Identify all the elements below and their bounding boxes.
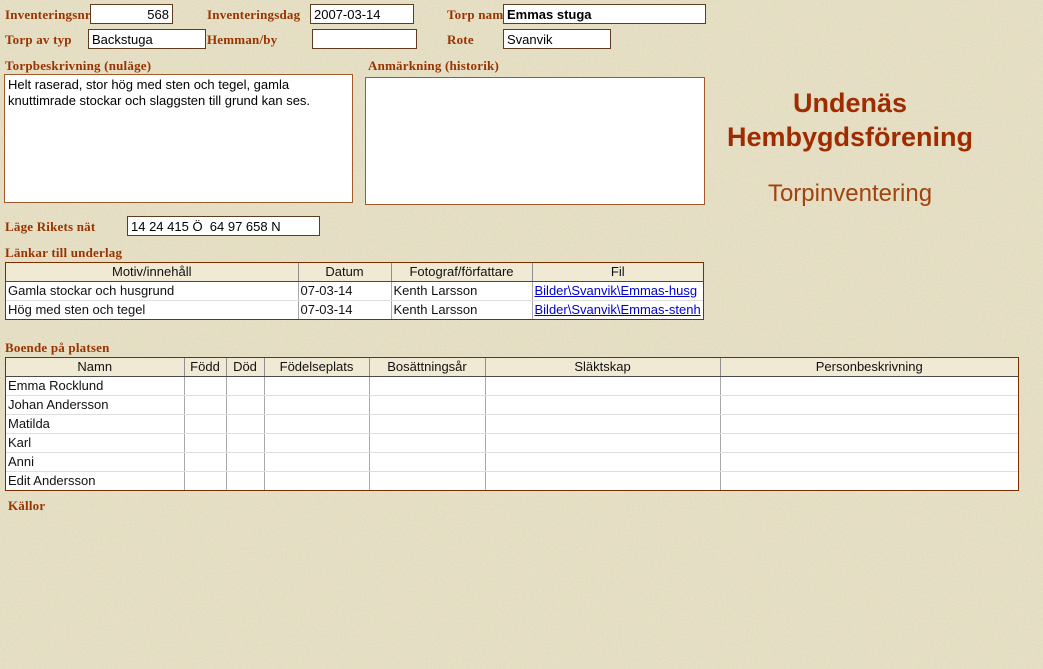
namn-cell[interactable]: Karl: [6, 434, 184, 453]
dod-cell[interactable]: [226, 472, 264, 491]
fodelseplats-cell[interactable]: [264, 453, 369, 472]
personbeskrivning-cell[interactable]: [720, 472, 1018, 491]
slaktskap-cell[interactable]: [485, 472, 720, 491]
torpbeskrivning-label: Torpbeskrivning (nuläge): [5, 58, 151, 74]
anmarkning-label: Anmärkning (historik): [368, 58, 499, 74]
personbeskrivning-cell[interactable]: [720, 377, 1018, 396]
links-row: Gamla stockar och husgrund 07-03-14 Kent…: [6, 282, 703, 301]
links-col-motiv: Motiv/innehåll: [6, 263, 298, 282]
hemman-by-label: Hemman/by: [207, 32, 277, 48]
dod-cell[interactable]: [226, 377, 264, 396]
motiv-cell[interactable]: Gamla stockar och husgrund: [6, 282, 298, 301]
fodd-cell[interactable]: [184, 377, 226, 396]
kallor-heading: Källor: [8, 498, 45, 514]
slaktskap-cell[interactable]: [485, 453, 720, 472]
namn-cell[interactable]: Johan Andersson: [6, 396, 184, 415]
fodd-cell[interactable]: [184, 415, 226, 434]
inventeringsdag-label: Inventeringsdag: [207, 7, 300, 23]
dod-cell[interactable]: [226, 434, 264, 453]
personbeskrivning-cell[interactable]: [720, 434, 1018, 453]
lage-rikets-nat-input[interactable]: [127, 216, 320, 236]
lankar-heading: Länkar till underlag: [5, 245, 122, 261]
dod-cell[interactable]: [226, 415, 264, 434]
fodelseplats-cell[interactable]: [264, 472, 369, 491]
col-dod: Död: [226, 358, 264, 377]
hemman-by-input[interactable]: [312, 29, 417, 49]
links-col-fil: Fil: [532, 263, 703, 282]
dod-cell[interactable]: [226, 453, 264, 472]
col-personbeskrivning: Personbeskrivning: [720, 358, 1018, 377]
residents-table: Namn Född Död Födelseplats Bosättningsår…: [5, 357, 1019, 491]
datum-cell[interactable]: 07-03-14: [298, 282, 391, 301]
anmarkning-textarea[interactable]: [365, 77, 705, 205]
namn-cell[interactable]: Matilda: [6, 415, 184, 434]
fil-cell: Bilder\Svanvik\Emmas-stenh: [532, 301, 703, 320]
torp-namn-label: Torp namn: [447, 7, 511, 23]
slaktskap-cell[interactable]: [485, 377, 720, 396]
motiv-cell[interactable]: Hög med sten och tegel: [6, 301, 298, 320]
col-slaktskap: Släktskap: [485, 358, 720, 377]
inventeringsnr-label: Inventeringsnr: [5, 7, 91, 23]
resident-row: Johan Andersson: [6, 396, 1018, 415]
links-col-fotograf: Fotograf/författare: [391, 263, 532, 282]
namn-cell[interactable]: Edit Andersson: [6, 472, 184, 491]
fodd-cell[interactable]: [184, 434, 226, 453]
torpbeskrivning-textarea[interactable]: Helt raserad, stor hög med sten och tege…: [4, 74, 353, 203]
fodd-cell[interactable]: [184, 472, 226, 491]
personbeskrivning-cell[interactable]: [720, 396, 1018, 415]
personbeskrivning-cell[interactable]: [720, 415, 1018, 434]
bosattningsar-cell[interactable]: [369, 434, 485, 453]
resident-row: Anni: [6, 453, 1018, 472]
namn-cell[interactable]: Emma Rocklund: [6, 377, 184, 396]
fodelseplats-cell[interactable]: [264, 377, 369, 396]
fodelseplats-cell[interactable]: [264, 434, 369, 453]
inventeringsdag-input[interactable]: [310, 4, 414, 24]
dod-cell[interactable]: [226, 396, 264, 415]
bosattningsar-cell[interactable]: [369, 396, 485, 415]
file-link[interactable]: Bilder\Svanvik\Emmas-husg: [535, 283, 698, 298]
bosattningsar-cell[interactable]: [369, 377, 485, 396]
resident-row: Karl: [6, 434, 1018, 453]
app-subtitle: Torpinventering: [695, 180, 1005, 208]
organization-title: Undenäs Hembygdsförening: [695, 86, 1005, 154]
fotograf-cell[interactable]: Kenth Larsson: [391, 301, 532, 320]
personbeskrivning-cell[interactable]: [720, 453, 1018, 472]
fodd-cell[interactable]: [184, 453, 226, 472]
torp-namn-input[interactable]: [503, 4, 706, 24]
bosattningsar-cell[interactable]: [369, 453, 485, 472]
lage-rikets-nat-label: Läge Rikets nät: [5, 219, 95, 235]
resident-row: Emma Rocklund: [6, 377, 1018, 396]
bosattningsar-cell[interactable]: [369, 415, 485, 434]
links-row: Hög med sten och tegel 07-03-14 Kenth La…: [6, 301, 703, 320]
torpinventering-form-window: Inventeringsnr Inventeringsdag Torp namn…: [0, 0, 1043, 669]
datum-cell[interactable]: 07-03-14: [298, 301, 391, 320]
inventeringsnr-input[interactable]: [90, 4, 173, 24]
col-namn: Namn: [6, 358, 184, 377]
fodd-cell[interactable]: [184, 396, 226, 415]
rote-input[interactable]: [503, 29, 611, 49]
fodelseplats-cell[interactable]: [264, 396, 369, 415]
col-fodelseplats: Födelseplats: [264, 358, 369, 377]
links-header-row: Motiv/innehåll Datum Fotograf/författare…: [6, 263, 703, 282]
col-fodd: Född: [184, 358, 226, 377]
resident-row: Edit Andersson: [6, 472, 1018, 491]
links-table: Motiv/innehåll Datum Fotograf/författare…: [5, 262, 704, 320]
fil-cell: Bilder\Svanvik\Emmas-husg: [532, 282, 703, 301]
bosattningsar-cell[interactable]: [369, 472, 485, 491]
rote-label: Rote: [447, 32, 474, 48]
namn-cell[interactable]: Anni: [6, 453, 184, 472]
fotograf-cell[interactable]: Kenth Larsson: [391, 282, 532, 301]
slaktskap-cell[interactable]: [485, 434, 720, 453]
torp-av-typ-label: Torp av typ: [5, 32, 72, 48]
links-col-datum: Datum: [298, 263, 391, 282]
slaktskap-cell[interactable]: [485, 415, 720, 434]
slaktskap-cell[interactable]: [485, 396, 720, 415]
torp-av-typ-input[interactable]: [88, 29, 206, 49]
col-bosattningsar: Bosättningsår: [369, 358, 485, 377]
residents-header-row: Namn Född Död Födelseplats Bosättningsår…: [6, 358, 1018, 377]
fodelseplats-cell[interactable]: [264, 415, 369, 434]
resident-row: Matilda: [6, 415, 1018, 434]
file-link[interactable]: Bilder\Svanvik\Emmas-stenh: [535, 302, 701, 317]
boende-heading: Boende på platsen: [5, 340, 110, 356]
